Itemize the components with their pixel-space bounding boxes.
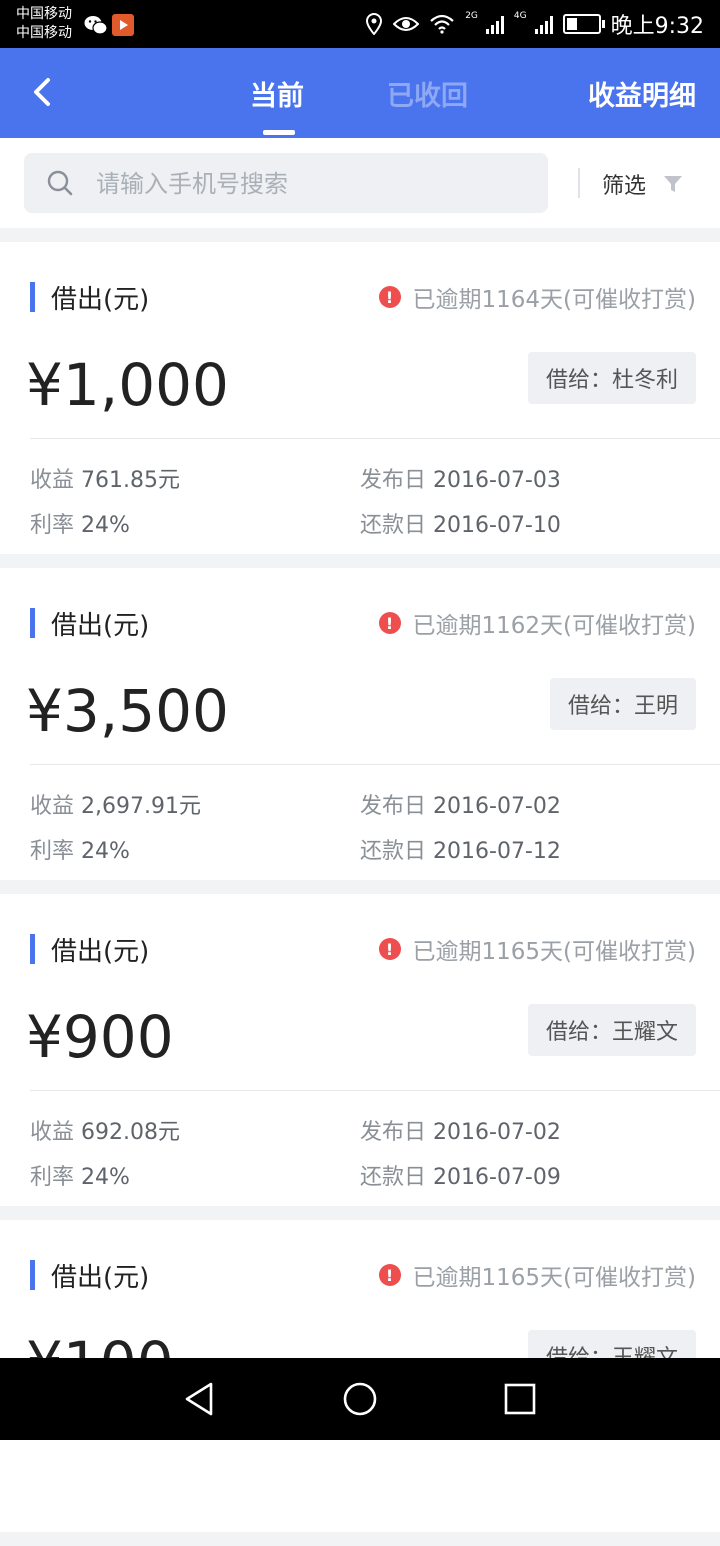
- divider: [30, 438, 720, 439]
- recent-square-icon[interactable]: [501, 1380, 539, 1418]
- search-row: 筛选: [0, 138, 720, 228]
- loan-amount: ¥1,000: [26, 351, 229, 419]
- filter-label: 筛选: [602, 174, 647, 199]
- carrier-1: 中国移动: [16, 6, 72, 22]
- warning-icon: !: [378, 1264, 401, 1286]
- signal-icon: [485, 14, 504, 34]
- repay-date: 还款日 2016-07-10: [360, 513, 561, 538]
- wifi-icon: [430, 14, 454, 34]
- card-title: 借出(元): [30, 934, 149, 967]
- loan-card[interactable]: 借出(元) ! 已逾期1162天(可催收打赏) ¥3,500 借给：王明 收益 2…: [0, 568, 720, 880]
- earnings-detail-link[interactable]: 收益明细: [588, 74, 696, 113]
- card-title: 借出(元): [30, 282, 149, 315]
- repay-date: 还款日 2016-07-09: [360, 1165, 561, 1190]
- home-circle-icon[interactable]: [341, 1380, 379, 1418]
- wechat-icon: [84, 16, 108, 35]
- loan-card[interactable]: 借出(元) ! 已逾期1165天(可催收打赏) ¥900 借给：王耀文 收益 69…: [0, 894, 720, 1206]
- loan-card[interactable]: 借出(元) ! 已逾期1164天(可催收打赏) ¥1,000 借给：杜冬利 收益 …: [0, 242, 720, 554]
- publish-date: 发布日 2016-07-02: [360, 794, 561, 819]
- borrower-tag: 借给：王耀文: [527, 1004, 696, 1056]
- carrier-2: 中国移动: [16, 25, 72, 41]
- warning-icon: !: [378, 612, 401, 634]
- network-type-2: 2G: [465, 11, 478, 21]
- divider: [30, 1090, 720, 1091]
- back-chevron-icon[interactable]: [24, 72, 64, 112]
- earnings: 收益 692.08元: [30, 1120, 180, 1145]
- earnings: 收益 761.85元: [30, 468, 180, 493]
- search-input[interactable]: [94, 165, 538, 203]
- repay-date: 还款日 2016-07-12: [360, 839, 561, 864]
- overdue-status: ! 已逾期1162天(可催收打赏): [378, 608, 696, 639]
- battery-icon: [562, 14, 605, 34]
- earnings: 收益 2,697.91元: [30, 794, 201, 819]
- search-icon: [47, 170, 73, 196]
- carrier-info: 中国移动 中国移动: [16, 5, 72, 43]
- back-triangle-icon[interactable]: [181, 1380, 219, 1418]
- overdue-status: ! 已逾期1165天(可催收打赏): [378, 934, 696, 965]
- interest-rate: 利率 24%: [30, 513, 130, 538]
- divider: [30, 764, 720, 765]
- publish-date: 发布日 2016-07-03: [360, 468, 561, 493]
- loan-amount: ¥3,500: [26, 677, 229, 745]
- network-type-1: 4G: [513, 11, 527, 21]
- top-nav: 当前 已收回 收益明细: [0, 48, 720, 138]
- status-bar: 中国移动 中国移动 2G 4G 晚上9:32: [0, 0, 720, 48]
- loan-list: 借出(元) ! 已逾期1164天(可催收打赏) ¥1,000 借给：杜冬利 收益 …: [0, 242, 720, 1546]
- filter-button[interactable]: 筛选: [602, 168, 684, 200]
- warning-icon: !: [378, 938, 401, 960]
- location-icon: [366, 13, 383, 35]
- divider: [578, 168, 580, 198]
- video-app-icon: [112, 14, 134, 36]
- interest-rate: 利率 24%: [30, 1165, 130, 1190]
- warning-icon: !: [378, 286, 401, 308]
- tab-recovered[interactable]: 已收回: [387, 74, 468, 113]
- eye-icon: [393, 17, 420, 31]
- borrower-tag: 借给：杜冬利: [527, 352, 696, 404]
- system-nav-bar: [0, 1358, 720, 1440]
- interest-rate: 利率 24%: [30, 839, 130, 864]
- loan-amount: ¥900: [26, 1003, 174, 1071]
- borrower-tag: 借给：王明: [549, 678, 696, 730]
- search-box[interactable]: [24, 153, 548, 213]
- publish-date: 发布日 2016-07-02: [360, 1120, 561, 1145]
- active-tab-indicator: [263, 130, 295, 135]
- overdue-status: ! 已逾期1164天(可催收打赏): [378, 282, 696, 313]
- signal-icon: [534, 14, 553, 34]
- clock: 晚上9:32: [610, 14, 704, 39]
- card-title: 借出(元): [30, 608, 149, 641]
- funnel-icon: [664, 176, 683, 192]
- overdue-status: ! 已逾期1165天(可催收打赏): [378, 1260, 696, 1291]
- card-title: 借出(元): [30, 1260, 149, 1293]
- tab-current[interactable]: 当前: [250, 74, 304, 113]
